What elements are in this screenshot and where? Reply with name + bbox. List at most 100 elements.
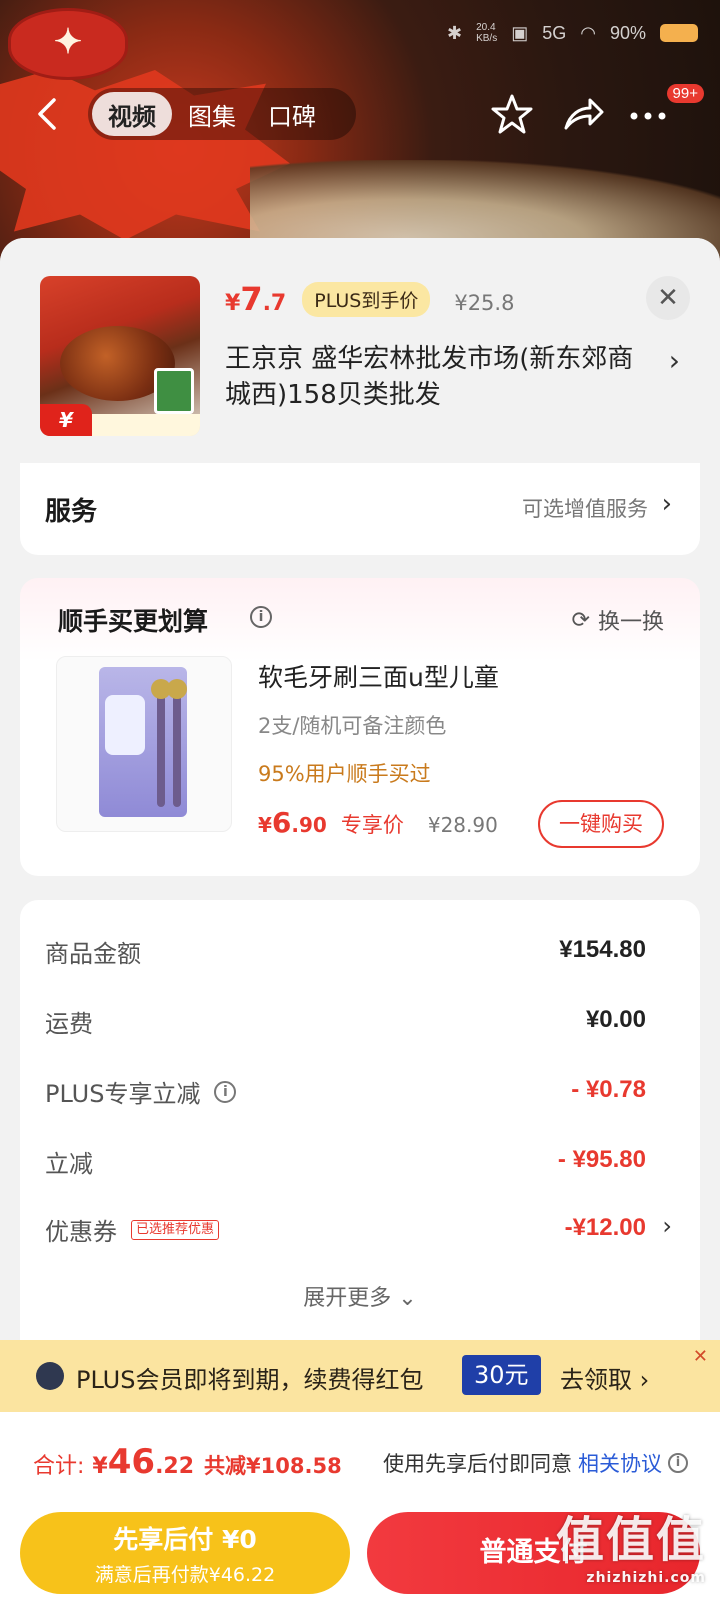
summary-value: - ¥95.80: [557, 1146, 646, 1173]
battery-icon: [660, 24, 698, 42]
one-click-buy-button[interactable]: 一键购买: [538, 800, 664, 848]
addon-price-decimal: .90: [291, 813, 327, 837]
addon-product-image[interactable]: [56, 656, 232, 832]
summary-row-plus-discount: PLUS专享立减 i - ¥0.78: [45, 1074, 646, 1114]
plus-banner-text: PLUS会员即将到期，续费得红包: [76, 1366, 424, 1394]
service-label: 服务: [45, 497, 98, 527]
network-type: 5G: [542, 22, 567, 43]
tab-gallery[interactable]: 图集: [172, 92, 252, 136]
total-saved: 共减¥108.58: [204, 1454, 342, 1478]
summary-row-shipping: 运费 ¥0.00: [45, 1004, 646, 1044]
plus-crown-icon: [36, 1362, 64, 1390]
summary-row-goods: 商品金额 ¥154.80: [45, 934, 646, 974]
summary-label: 立减: [45, 1150, 93, 1178]
plus-renewal-banner[interactable]: PLUS会员即将到期，续费得红包 30元 去领取 › ✕: [0, 1340, 720, 1412]
summary-label: 优惠券 已选推荐优惠: [45, 1212, 220, 1247]
summary-value: - ¥0.78: [571, 1076, 646, 1103]
expand-more-label: 展开更多: [303, 1286, 392, 1311]
plus-price-tag: PLUS到手价: [302, 281, 431, 317]
network-speed: 20.4 KB/s: [476, 22, 497, 44]
network-speed-value: 20.4: [476, 22, 496, 33]
summary-row-instant-discount: 立减 - ¥95.80: [45, 1144, 646, 1184]
total-currency: ¥: [92, 1454, 108, 1479]
price-decimal: .7: [262, 291, 287, 316]
addon-recommendation: 顺手买更划算 i ⟳ 换一换 软毛牙刷三面u型儿童 2支/随机可备注颜色 95%…: [20, 578, 700, 876]
expand-more-button[interactable]: 展开更多 ⌄: [20, 1280, 700, 1312]
delivery-address[interactable]: 王京京 盛华宏林批发市场(新东郊商城西)158贝类批发: [225, 341, 645, 413]
addon-social-proof: 95%用户顺手买过: [258, 762, 431, 786]
addon-title: 顺手买更划算: [58, 607, 209, 636]
close-icon[interactable]: ✕: [693, 1346, 708, 1367]
sim-icon: ▣: [511, 22, 529, 43]
product-header: ¥ 9.8 ¥ 7 .7 PLUS到手价 ¥25.8 ✕ 王京京 盛华宏林批发市…: [0, 238, 720, 463]
chevron-down-icon: ⌄: [398, 1286, 417, 1311]
site-watermark: 值值值 zhizhizhi.com: [556, 1500, 706, 1586]
more-dots-icon[interactable]: [626, 92, 670, 136]
status-bar: ✱ 20.4 KB/s ▣ 5G ◠ 90%: [447, 22, 698, 44]
addon-product-spec: 2支/随机可备注颜色: [258, 714, 447, 738]
back-arrow-icon[interactable]: [34, 96, 60, 132]
summary-label: PLUS专享立减 i: [45, 1074, 237, 1109]
plus-claim-link[interactable]: 去领取 ›: [560, 1360, 649, 1395]
plus-red-packet-amount: 30元: [462, 1355, 541, 1395]
network-speed-unit: KB/s: [476, 33, 498, 44]
pay-later-button[interactable]: 先享后付 ¥0 满意后再付款¥46.22: [20, 1512, 350, 1594]
info-icon[interactable]: i: [250, 606, 272, 628]
price-integer: 7: [240, 280, 263, 318]
chevron-right-icon[interactable]: ›: [662, 1212, 672, 1240]
favorite-star-icon[interactable]: [490, 92, 534, 136]
watermark-url: zhizhizhi.com: [586, 1570, 706, 1586]
original-price: ¥25.8: [454, 291, 515, 315]
pay-later-title: 先享后付 ¥0: [113, 1525, 257, 1554]
toothbrush-image: [151, 679, 171, 807]
brand-logo: ✦: [8, 8, 128, 80]
refresh-button[interactable]: ⟳ 换一换: [572, 604, 664, 636]
top-nav: 视频 图集 口碑 99+: [0, 84, 720, 142]
product-price-row: ¥ 7 .7 PLUS到手价 ¥25.8: [225, 280, 514, 318]
summary-label: 商品金额: [45, 940, 141, 968]
total-decimal: .22: [155, 1454, 195, 1479]
product-thumbnail[interactable]: ¥ 9.8: [40, 276, 200, 436]
summary-value: -¥12.00: [564, 1214, 646, 1241]
message-badge: 99+: [666, 84, 704, 103]
order-total: 合计: ¥ 46 .22 共减¥108.58: [33, 1442, 342, 1482]
plus-claim-label: 去领取: [560, 1366, 632, 1394]
thumbnail-price: ¥ 9.8: [40, 404, 92, 436]
battery-percent: 90%: [609, 22, 646, 43]
addon-price-currency: ¥: [258, 813, 272, 837]
service-hint: 可选增值服务: [522, 497, 648, 521]
chevron-right-icon[interactable]: ›: [669, 344, 680, 377]
info-icon[interactable]: i: [668, 1453, 688, 1473]
wifi-icon: ◠: [580, 22, 596, 43]
pay-later-subtitle: 满意后再付款¥46.22: [94, 1564, 276, 1586]
toothbrush-image: [167, 679, 187, 807]
summary-label: 运费: [45, 1010, 93, 1038]
package-image: [154, 368, 194, 414]
summary-value: ¥0.00: [585, 1006, 646, 1033]
addon-product-name[interactable]: 软毛牙刷三面u型儿童: [258, 658, 499, 694]
service-section[interactable]: 服务 可选增值服务 ›: [20, 463, 700, 555]
agreement-link[interactable]: 相关协议: [578, 1448, 662, 1478]
addon-price-row: ¥ 6 .90 专享价 ¥28.90: [258, 806, 498, 839]
tab-reviews[interactable]: 口碑: [252, 92, 332, 136]
share-icon[interactable]: [560, 92, 604, 136]
summary-value: ¥154.80: [559, 936, 646, 963]
watermark-logo: 值值值: [555, 1512, 706, 1568]
close-sheet-button[interactable]: ✕: [646, 276, 690, 320]
total-integer: 46: [107, 1442, 156, 1482]
chevron-right-icon: ›: [661, 489, 672, 519]
info-icon[interactable]: i: [214, 1080, 237, 1103]
summary-row-coupon[interactable]: 优惠券 已选推荐优惠 -¥12.00: [45, 1212, 646, 1252]
addon-original-price: ¥28.90: [427, 813, 498, 837]
summary-label-text: 优惠券: [45, 1218, 117, 1246]
agreement-text: 使用先享后付即同意: [383, 1452, 572, 1476]
summary-label-text: PLUS专享立减: [45, 1080, 201, 1108]
refresh-label: 换一换: [597, 610, 664, 635]
chevron-right-icon: ›: [639, 1366, 650, 1394]
coupon-tag: 已选推荐优惠: [131, 1219, 220, 1240]
refresh-icon: ⟳: [571, 607, 590, 633]
bluetooth-icon: ✱: [447, 22, 463, 43]
agreement-note: 使用先享后付即同意 相关协议 i: [383, 1448, 688, 1478]
total-label: 合计:: [33, 1454, 85, 1479]
tab-video[interactable]: 视频: [92, 92, 172, 136]
